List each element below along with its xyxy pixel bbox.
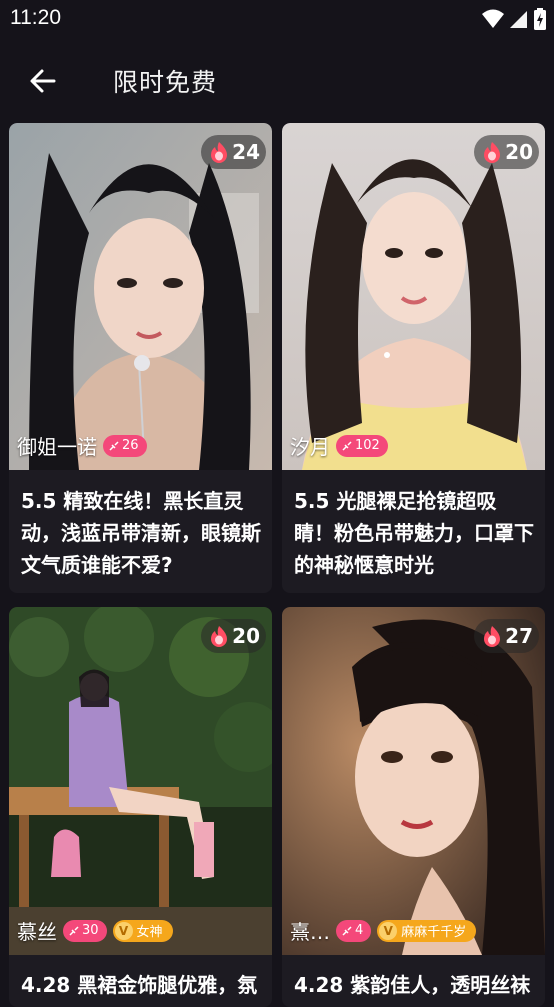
- fans-count: 30: [82, 923, 99, 938]
- author-name[interactable]: 慕丝: [17, 916, 57, 945]
- video-card[interactable]: 20 汐月 102 5.5 光腿裸足抢镜超吸睛！粉色吊带魅力，口罩下的神秘惬意时…: [282, 123, 545, 593]
- fans-badge: 26: [103, 434, 147, 457]
- cover-image: 27 熹… 4 V 麻麻千千岁: [282, 607, 545, 955]
- popularity-count: 20: [505, 140, 533, 164]
- fans-count: 4: [355, 923, 364, 938]
- vip-icon: V: [379, 921, 398, 940]
- link-icon: [109, 440, 119, 451]
- video-card[interactable]: 24 御姐一诺 26 5.5 精致在线！黑长直灵动，浅蓝吊带清新，眼镜斯文气质谁…: [9, 123, 272, 593]
- flame-icon: [484, 142, 501, 163]
- popularity-count: 20: [232, 624, 260, 648]
- cover-photo: [9, 123, 272, 470]
- cover-photo: [9, 607, 272, 955]
- cover-photo: [282, 123, 545, 470]
- card-title: 4.28 黑裙金饰腿优雅，氛: [21, 973, 258, 997]
- flame-icon: [484, 626, 501, 647]
- fans-badge: 102: [336, 434, 388, 457]
- vip-label: 麻麻千千岁: [401, 925, 467, 940]
- popularity-badge: 20: [474, 135, 539, 169]
- vip-icon: V: [114, 921, 133, 940]
- card-title: 5.5 精致在线！黑长直灵动，浅蓝吊带清新，眼镜斯文气质谁能不爱?: [21, 489, 261, 577]
- popularity-badge: 24: [201, 135, 266, 169]
- cover-photo: [282, 607, 545, 955]
- fans-badge: 30: [63, 919, 107, 942]
- content-grid: 24 御姐一诺 26 5.5 精致在线！黑长直灵动，浅蓝吊带清新，眼镜斯文气质谁…: [0, 0, 554, 1007]
- author-row: 御姐一诺 26: [17, 431, 147, 460]
- video-card[interactable]: 27 熹… 4 V 麻麻千千岁 4.28 紫韵佳人，透明丝袜: [282, 607, 545, 1007]
- author-row: 慕丝 30 V 女神: [17, 916, 173, 945]
- link-icon: [342, 925, 352, 936]
- flame-icon: [211, 626, 228, 647]
- card-title: 5.5 光腿裸足抢镜超吸睛！粉色吊带魅力，口罩下的神秘惬意时光: [294, 489, 534, 577]
- vip-label: 女神: [136, 925, 163, 940]
- cover-image: 20 汐月 102: [282, 123, 545, 470]
- author-name[interactable]: 汐月: [290, 431, 330, 460]
- author-row: 熹… 4 V 麻麻千千岁: [290, 916, 477, 945]
- fans-count: 26: [122, 438, 139, 453]
- cover-image: 24 御姐一诺 26: [9, 123, 272, 470]
- link-icon: [342, 440, 352, 451]
- author-name[interactable]: 御姐一诺: [17, 431, 97, 460]
- popularity-badge: 20: [201, 619, 266, 653]
- author-name[interactable]: 熹…: [290, 916, 330, 945]
- link-icon: [69, 925, 79, 936]
- video-card[interactable]: 20 慕丝 30 V 女神 4.28 黑裙金饰腿优雅，氛: [9, 607, 272, 1007]
- flame-icon: [211, 142, 228, 163]
- cover-image: 20 慕丝 30 V 女神: [9, 607, 272, 955]
- popularity-badge: 27: [474, 619, 539, 653]
- card-title: 4.28 紫韵佳人，透明丝袜: [294, 973, 531, 997]
- vip-badge: V 女神: [112, 919, 173, 942]
- vip-badge: V 麻麻千千岁: [377, 919, 477, 942]
- fans-badge: 4: [336, 919, 372, 942]
- author-row: 汐月 102: [290, 431, 388, 460]
- popularity-count: 24: [232, 140, 260, 164]
- popularity-count: 27: [505, 624, 533, 648]
- fans-count: 102: [355, 438, 380, 453]
